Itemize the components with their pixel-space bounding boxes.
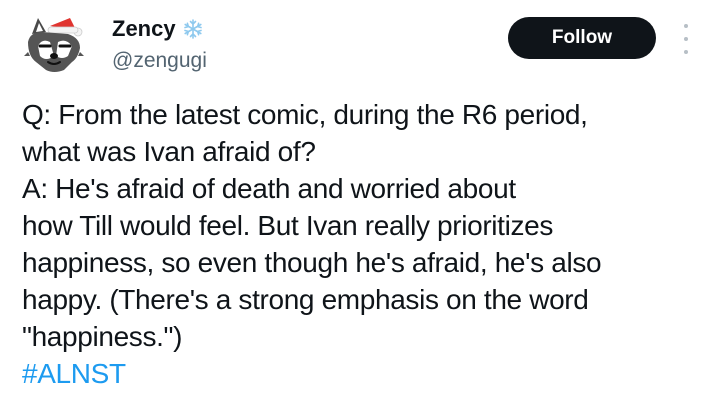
- display-name[interactable]: Zency: [112, 16, 176, 42]
- follow-button[interactable]: Follow: [508, 17, 656, 59]
- user-names: Zency @zengugi: [112, 16, 207, 74]
- tweet-text: Q: From the latest comic, during the R6 …: [22, 96, 712, 392]
- tweet-line: what was Ivan afraid of?: [22, 136, 316, 167]
- tweet-line: A: He's afraid of death and worried abou…: [22, 173, 516, 204]
- more-dot: [684, 50, 688, 54]
- display-name-row: Zency: [112, 16, 207, 42]
- more-vertical-icon[interactable]: [678, 24, 694, 54]
- tweet-line: happiness, so even though he's afraid, h…: [22, 247, 602, 278]
- snowflake-icon: [182, 18, 204, 40]
- more-dot: [684, 37, 688, 41]
- more-dot: [684, 24, 688, 28]
- tweet-line: Q: From the latest comic, during the R6 …: [22, 99, 588, 130]
- tweet-line: happy. (There's a strong emphasis on the…: [22, 284, 589, 315]
- tweet-line: how Till would feel. But Ivan really pri…: [22, 210, 553, 241]
- tweet-line: "happiness."): [22, 321, 183, 352]
- user-handle[interactable]: @zengugi: [112, 48, 207, 74]
- avatar[interactable]: [20, 12, 88, 80]
- wolf-avatar-icon: [20, 12, 88, 80]
- hashtag-link[interactable]: #ALNST: [22, 355, 712, 392]
